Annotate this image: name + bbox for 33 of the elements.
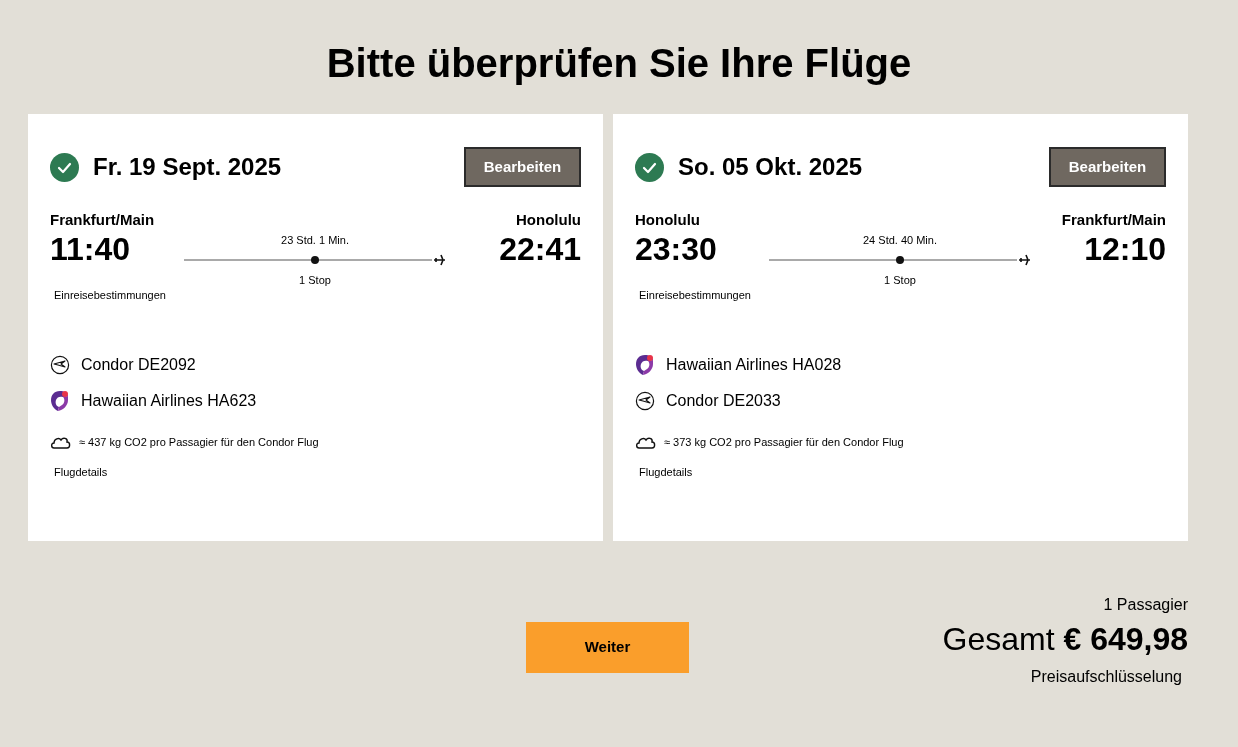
destination-city: Honolulu: [516, 211, 581, 229]
flight-duration: 23 Std. 1 Min.: [281, 233, 349, 247]
stop-count: 1 Stop: [884, 273, 916, 287]
arrival-time: 22:41: [499, 230, 581, 268]
departure-time: 23:30: [635, 230, 718, 268]
flower-logo-icon: [635, 353, 655, 376]
entry-requirements-link[interactable]: Einreisebestimmungen: [639, 287, 751, 304]
airline-flight: Hawaiian Airlines HA028: [666, 354, 842, 375]
origin-city: Honolulu: [635, 211, 701, 229]
airline-flight: Condor DE2033: [666, 390, 781, 411]
flight-details-link[interactable]: Flugdetails: [639, 464, 693, 481]
page-title: Bitte überprüfen Sie Ihre Flüge: [326, 40, 912, 87]
total-price: Gesamt € 649,98: [942, 620, 1188, 659]
origin-city: Frankfurt/Main: [50, 211, 156, 229]
flight-date: So. 05 Okt. 2025: [678, 152, 863, 182]
continue-button[interactable]: Weiter: [526, 622, 689, 673]
flight-details-link[interactable]: Flugdetails: [54, 464, 108, 481]
co2-info: ≈ 373 kg CO2 pro Passagier für den Condor Flug: [664, 434, 904, 450]
stop-count: 1 Stop: [299, 273, 331, 287]
flight-duration: 24 Std. 40 Min.: [863, 233, 937, 247]
edit-button[interactable]: Bearbeiten: [1049, 147, 1166, 187]
price-breakdown-link[interactable]: Preisaufschlüsselung: [1030, 667, 1182, 687]
edit-button[interactable]: Bearbeiten: [464, 147, 581, 187]
flight-date: Fr. 19 Sept. 2025: [93, 152, 282, 182]
airline-flight: Hawaiian Airlines HA623: [81, 390, 257, 411]
destination-city: Frankfurt/Main: [1061, 211, 1166, 229]
co2-info: ≈ 437 kg CO2 pro Passagier für den Condor Flug: [79, 434, 319, 450]
entry-requirements-link[interactable]: Einreisebestimmungen: [54, 287, 166, 304]
flower-logo-icon: [50, 389, 70, 412]
airline-flight: Condor DE2092: [81, 354, 196, 375]
arrival-time: 12:10: [1084, 230, 1166, 268]
departure-time: 11:40: [50, 230, 132, 268]
passenger-count: 1 Passagier: [1103, 595, 1188, 615]
